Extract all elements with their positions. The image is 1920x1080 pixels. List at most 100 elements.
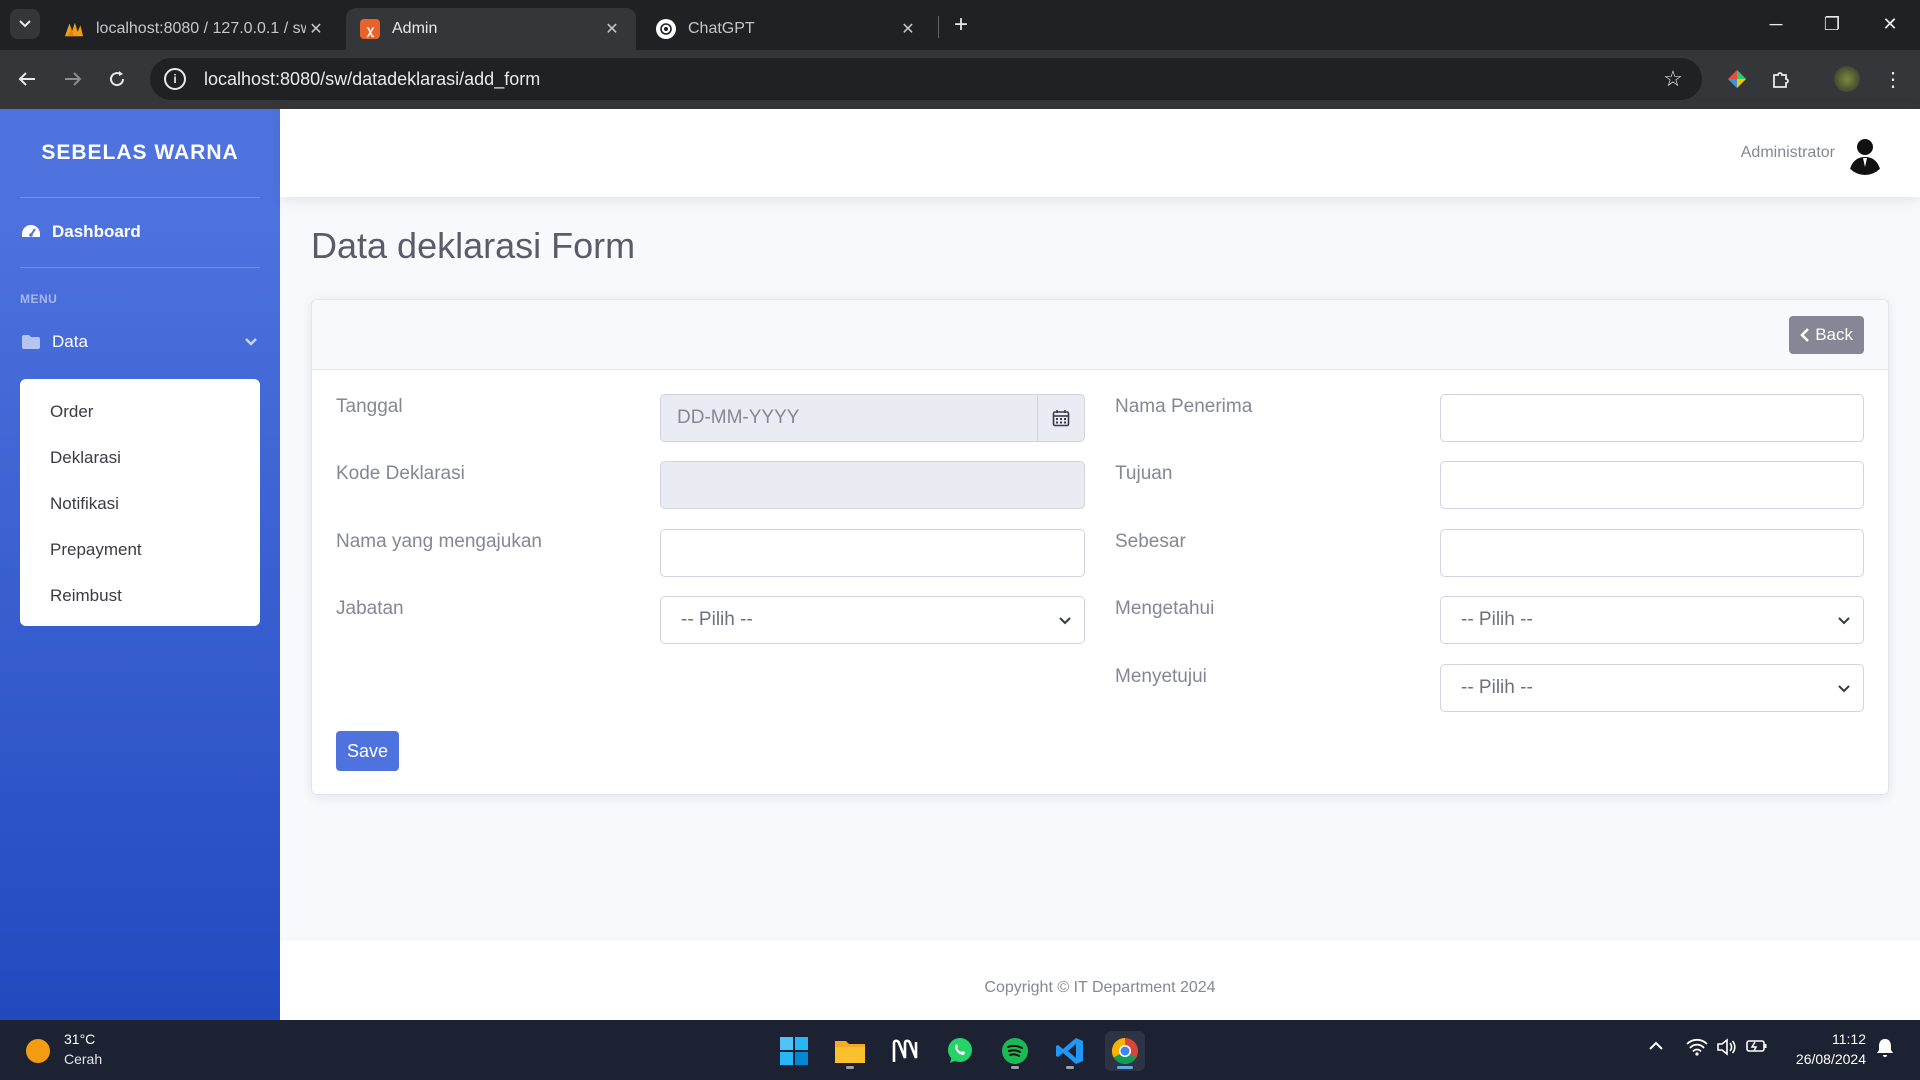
xampp-icon: ꭓ	[360, 19, 380, 39]
mengetahui-label: Mengetahui	[1115, 598, 1215, 619]
tanggal-field[interactable]: DD-MM-YYYY	[660, 394, 1085, 442]
color-extension-icon[interactable]	[1722, 64, 1752, 94]
tray-overflow-icon[interactable]	[1648, 1038, 1664, 1056]
sidebar-item-dashboard[interactable]: Dashboard	[20, 222, 141, 242]
tab-admin[interactable]: ꭓ Admin ✕	[346, 8, 636, 50]
more-menu-icon[interactable]: ⋮	[1878, 64, 1908, 94]
start-button[interactable]	[774, 1031, 814, 1071]
sebesar-label: Sebesar	[1115, 531, 1186, 552]
chevron-left-icon	[1800, 328, 1810, 342]
spotify-icon	[1002, 1038, 1028, 1064]
tachometer-icon	[20, 223, 42, 241]
whatsapp-button[interactable]	[940, 1031, 980, 1071]
kode-deklarasi-input[interactable]	[660, 461, 1085, 509]
tab-search-button[interactable]	[10, 9, 40, 39]
browser-tab-bar: localhost:8080 / 127.0.0.1 / sw / ✕ ꭓ Ad…	[0, 0, 1920, 50]
submenu-item-reimbust[interactable]: Reimbust	[20, 573, 260, 619]
minimize-button[interactable]: ─	[1756, 8, 1796, 40]
reload-button[interactable]	[100, 62, 134, 96]
new-tab-button[interactable]: +	[946, 10, 976, 40]
sebesar-input[interactable]	[1440, 529, 1864, 577]
url-text[interactable]: localhost:8080/sw/datadeklarasi/add_form	[204, 69, 1658, 90]
running-indicator	[1066, 1066, 1074, 1069]
bookmark-star-icon[interactable]: ☆	[1658, 66, 1688, 92]
close-icon[interactable]: ✕	[306, 19, 326, 39]
close-icon[interactable]: ✕	[602, 19, 622, 39]
tab-separator	[938, 16, 939, 38]
tab-title: Admin	[392, 20, 438, 37]
spotify-button[interactable]	[995, 1031, 1035, 1071]
user-name[interactable]: Administrator	[1741, 144, 1835, 162]
profile-avatar-icon[interactable]	[1832, 64, 1862, 94]
chevron-down-icon	[19, 20, 31, 28]
extensions-puzzle-icon[interactable]	[1766, 64, 1796, 94]
chevron-down-icon	[1838, 685, 1850, 693]
back-nav-button[interactable]	[10, 62, 44, 96]
windows-icon	[780, 1037, 808, 1065]
restore-button[interactable]: ❐	[1812, 8, 1852, 40]
jabatan-select[interactable]: -- Pilih --	[660, 596, 1085, 644]
nama-penerima-input[interactable]	[1440, 394, 1864, 442]
chatgpt-icon	[656, 19, 676, 39]
volume-icon[interactable]	[1716, 1038, 1736, 1061]
whatsapp-icon	[948, 1038, 972, 1063]
arrow-right-icon	[65, 72, 82, 86]
submenu-item-order[interactable]: Order	[20, 389, 260, 435]
folder-icon	[20, 333, 42, 351]
vscode-button[interactable]	[1050, 1031, 1090, 1071]
menyetujui-select[interactable]: -- Pilih --	[1440, 664, 1864, 712]
nama-mengajukan-label: Nama yang mengajukan	[336, 531, 542, 552]
nama-penerima-label: Nama Penerima	[1115, 396, 1253, 417]
submenu-item-prepayment[interactable]: Prepayment	[20, 527, 260, 573]
calendar-icon[interactable]	[1037, 394, 1085, 442]
running-indicator	[1117, 1066, 1133, 1069]
clock-time[interactable]: 11:12	[1832, 1031, 1866, 1047]
tab-phpmyadmin[interactable]: localhost:8080 / 127.0.0.1 / sw / ✕	[50, 8, 340, 50]
notion-button[interactable]	[885, 1031, 925, 1071]
sidebar-divider	[20, 267, 260, 268]
address-bar[interactable]: i localhost:8080/sw/datadeklarasi/add_fo…	[150, 58, 1702, 100]
chrome-button[interactable]	[1105, 1031, 1145, 1071]
menyetujui-label: Menyetujui	[1115, 666, 1207, 687]
notion-icon	[892, 1039, 918, 1062]
tab-chatgpt[interactable]: ChatGPT ✕	[642, 8, 932, 50]
brand-logo[interactable]: SEBELAS WARNA	[0, 109, 280, 197]
notification-bell-icon[interactable]	[1876, 1038, 1894, 1063]
jabatan-label: Jabatan	[336, 598, 404, 619]
wifi-icon[interactable]	[1686, 1038, 1708, 1061]
sidebar: SEBELAS WARNA Dashboard MENU Data Order …	[0, 109, 280, 1020]
battery-icon[interactable]	[1746, 1038, 1768, 1059]
file-explorer-button[interactable]	[830, 1031, 870, 1071]
close-icon[interactable]: ✕	[898, 19, 918, 39]
card-header: Back	[312, 300, 1888, 370]
reload-icon	[110, 71, 125, 87]
topbar: Administrator	[280, 109, 1920, 197]
back-button[interactable]: Back	[1789, 316, 1864, 354]
nama-mengajukan-input[interactable]	[660, 529, 1085, 577]
sidebar-item-label: Data	[52, 332, 88, 351]
page-title: Data deklarasi Form	[311, 225, 636, 266]
sidebar-heading: MENU	[20, 292, 58, 306]
forward-nav-button[interactable]	[56, 62, 90, 96]
site-info-icon[interactable]: i	[164, 68, 186, 90]
sun-icon[interactable]	[26, 1039, 50, 1063]
arrow-left-icon	[18, 72, 35, 86]
weather-temperature[interactable]: 31°C	[64, 1031, 95, 1047]
weather-description[interactable]: Cerah	[64, 1051, 102, 1067]
chevron-down-icon	[1838, 617, 1850, 625]
clock-date[interactable]: 26/08/2024	[1796, 1051, 1866, 1067]
taskbar: 31°C Cerah 11:12 26/08/2024	[0, 1020, 1920, 1080]
user-avatar-icon[interactable]	[1844, 133, 1886, 175]
tab-title: ChatGPT	[688, 20, 755, 37]
submenu-item-deklarasi[interactable]: Deklarasi	[20, 435, 260, 481]
tujuan-input[interactable]	[1440, 461, 1864, 509]
back-button-label: Back	[1815, 325, 1853, 344]
sidebar-item-data[interactable]: Data	[20, 332, 260, 352]
submenu-item-notifikasi[interactable]: Notifikasi	[20, 481, 260, 527]
running-indicator	[846, 1066, 854, 1069]
running-indicator	[1011, 1066, 1019, 1069]
save-button[interactable]: Save	[336, 731, 400, 771]
close-window-button[interactable]: ✕	[1870, 8, 1910, 40]
tanggal-input[interactable]: DD-MM-YYYY	[660, 394, 1037, 442]
mengetahui-select[interactable]: -- Pilih --	[1440, 596, 1864, 644]
